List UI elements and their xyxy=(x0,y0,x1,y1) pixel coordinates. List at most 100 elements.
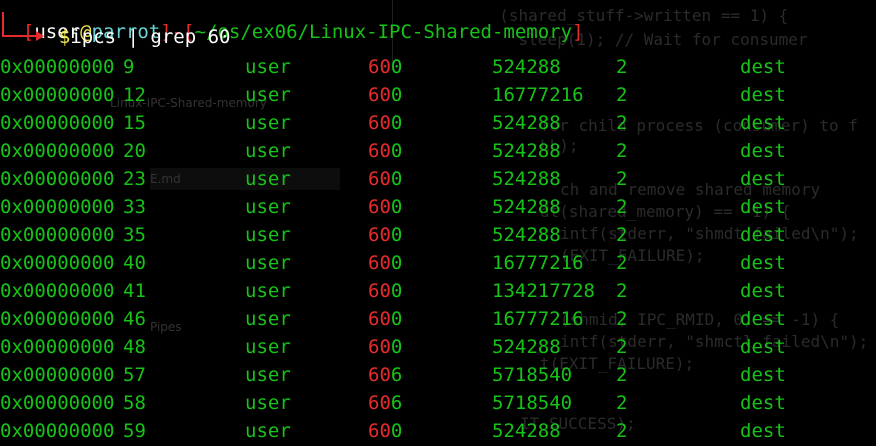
segment-status: dest xyxy=(740,112,786,134)
segment-bytes: 524288 xyxy=(492,112,561,134)
segment-nattch: 2 xyxy=(616,84,628,106)
segment-perms: 606 xyxy=(368,392,403,414)
segment-nattch: 2 xyxy=(616,336,628,358)
segment-owner: user xyxy=(245,420,291,442)
segment-shmid: 59 xyxy=(123,420,146,442)
segment-key: 0x00000000 xyxy=(0,56,115,78)
segment-status: dest xyxy=(740,168,786,190)
segment-perms: 606 xyxy=(368,364,403,386)
segment-bytes: 16777216 xyxy=(492,252,584,274)
segment-owner: user xyxy=(245,280,291,302)
segment-shmid: 48 xyxy=(123,336,146,358)
segment-nattch: 2 xyxy=(616,364,628,386)
prompt-corner-line xyxy=(2,35,38,37)
segment-perms: 600 xyxy=(368,140,403,162)
prompt-path-close: ] xyxy=(572,21,584,43)
segment-status: dest xyxy=(740,252,786,274)
segment-bytes: 524288 xyxy=(492,168,561,190)
segment-owner: user xyxy=(245,84,291,106)
ghost-code-line: intf(stderr, "shmctl failed\n"); xyxy=(560,332,869,351)
segment-bytes: 16777216 xyxy=(492,84,584,106)
segment-status: dest xyxy=(740,56,786,78)
command-line[interactable]: $ipcs | grep 60 xyxy=(36,26,231,48)
segment-nattch: 2 xyxy=(616,224,628,246)
segment-shmid: 15 xyxy=(123,112,146,134)
segment-owner: user xyxy=(245,140,291,162)
segment-nattch: 2 xyxy=(616,140,628,162)
segment-nattch: 2 xyxy=(616,168,628,190)
segment-bytes: 5718540 xyxy=(492,392,573,414)
segment-perms: 600 xyxy=(368,168,403,190)
segment-key: 0x00000000 xyxy=(0,252,115,274)
command-text: ipcs | grep 60 xyxy=(70,26,231,48)
segment-key: 0x00000000 xyxy=(0,336,115,358)
segment-key: 0x00000000 xyxy=(0,224,115,246)
segment-bytes: 16777216 xyxy=(492,308,584,330)
segment-status: dest xyxy=(740,224,786,246)
segment-bytes: 524288 xyxy=(492,224,561,246)
segment-owner: user xyxy=(245,224,291,246)
ghost-sidebar-item: E.md xyxy=(150,172,181,186)
segment-bytes: 524288 xyxy=(492,140,561,162)
segment-nattch: 2 xyxy=(616,56,628,78)
segment-status: dest xyxy=(740,308,786,330)
segment-status: dest xyxy=(740,336,786,358)
segment-status: dest xyxy=(740,196,786,218)
segment-bytes: 524288 xyxy=(492,196,561,218)
segment-shmid: 35 xyxy=(123,224,146,246)
segment-key: 0x00000000 xyxy=(0,420,115,442)
prompt-open-bracket: [ xyxy=(22,21,35,43)
segment-perms: 600 xyxy=(368,84,403,106)
segment-shmid: 12 xyxy=(123,84,146,106)
ghost-code-line: for child process (consumer) to f xyxy=(540,116,858,135)
segment-status: dest xyxy=(740,420,786,442)
segment-nattch: 2 xyxy=(616,196,628,218)
segment-owner: user xyxy=(245,364,291,386)
segment-bytes: 524288 xyxy=(492,56,561,78)
prompt-line: [user@parrot]-[~/os/ex06/Linux-IPC-Share… xyxy=(0,0,584,43)
segment-owner: user xyxy=(245,56,291,78)
ghost-code-line: (shmid, IPC_RMID, 0) == -1) { xyxy=(560,310,840,329)
segment-key: 0x00000000 xyxy=(0,84,115,106)
segment-bytes: 524288 xyxy=(492,420,561,442)
segment-perms: 600 xyxy=(368,420,403,442)
segment-shmid: 40 xyxy=(123,252,146,274)
segment-key: 0x00000000 xyxy=(0,140,115,162)
segment-status: dest xyxy=(740,84,786,106)
segment-status: dest xyxy=(740,140,786,162)
segment-owner: user xyxy=(245,392,291,414)
segment-shmid: 58 xyxy=(123,392,146,414)
segment-perms: 600 xyxy=(368,224,403,246)
segment-owner: user xyxy=(245,336,291,358)
segment-perms: 600 xyxy=(368,196,403,218)
segment-owner: user xyxy=(245,252,291,274)
segment-key: 0x00000000 xyxy=(0,112,115,134)
ghost-code-line: intf(stderr, "shmdt failed\n"); xyxy=(560,224,859,243)
segment-perms: 600 xyxy=(368,336,403,358)
ghost-sidebar-item: Pipes xyxy=(150,320,182,334)
prompt-path: ~/os/ex06/Linux-IPC-Shared-memory xyxy=(194,21,573,43)
segment-shmid: 9 xyxy=(123,56,135,78)
segment-nattch: 2 xyxy=(616,308,628,330)
segment-shmid: 23 xyxy=(123,168,146,190)
segment-bytes: 524288 xyxy=(492,336,561,358)
segment-status: dest xyxy=(740,280,786,302)
segment-owner: user xyxy=(245,112,291,134)
prompt-symbol: $ xyxy=(58,26,71,48)
segment-shmid: 57 xyxy=(123,364,146,386)
segment-key: 0x00000000 xyxy=(0,364,115,386)
segment-nattch: 2 xyxy=(616,252,628,274)
segment-perms: 600 xyxy=(368,56,403,78)
segment-owner: user xyxy=(245,168,291,190)
segment-bytes: 134217728 xyxy=(492,280,595,302)
segment-nattch: 2 xyxy=(616,280,628,302)
segment-perms: 600 xyxy=(368,308,403,330)
segment-shmid: 46 xyxy=(123,308,146,330)
segment-owner: user xyxy=(245,196,291,218)
segment-nattch: 2 xyxy=(616,112,628,134)
segment-nattch: 2 xyxy=(616,392,628,414)
segment-perms: 600 xyxy=(368,252,403,274)
segment-key: 0x00000000 xyxy=(0,392,115,414)
segment-key: 0x00000000 xyxy=(0,196,115,218)
segment-perms: 600 xyxy=(368,112,403,134)
